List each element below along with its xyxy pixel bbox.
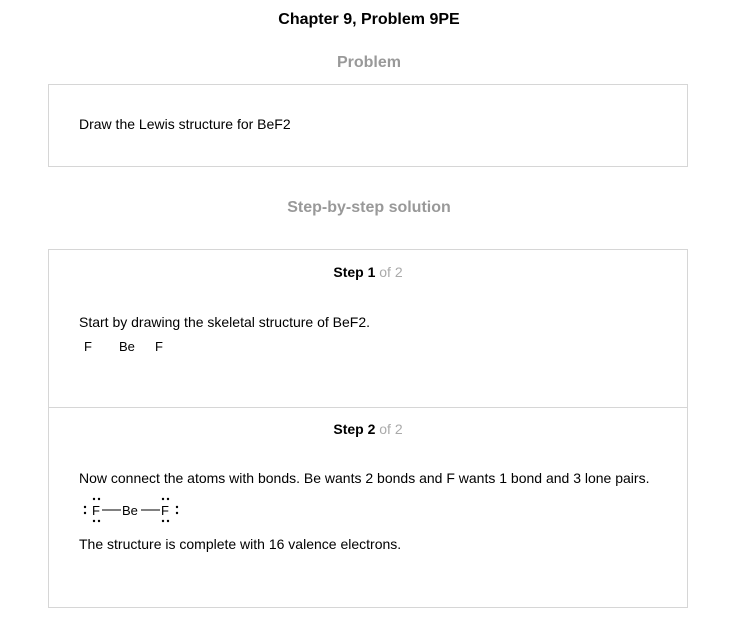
lewis-structure-diagram: F Be F bbox=[83, 497, 179, 523]
skeleton-atom-f-right: F bbox=[155, 339, 163, 354]
step-2-text: Now connect the atoms with bonds. Be wan… bbox=[79, 470, 650, 486]
lone-pair-dot bbox=[161, 519, 165, 523]
problem-text: Draw the Lewis structure for BeF2 bbox=[79, 116, 291, 132]
lone-pair-dot bbox=[175, 511, 179, 515]
page-title: Chapter 9, Problem 9PE bbox=[278, 11, 460, 28]
lone-pair-dot bbox=[166, 519, 170, 523]
lone-pair-dot bbox=[83, 511, 87, 515]
problem-heading: Problem bbox=[336, 54, 401, 71]
lone-pair-dot bbox=[175, 505, 179, 509]
problem-box: Draw the Lewis structure for BeF2 bbox=[48, 84, 688, 167]
lewis-atom-f-right: F bbox=[161, 503, 169, 518]
step-2-label: Step 2 bbox=[333, 421, 376, 437]
step-divider bbox=[49, 407, 687, 408]
step-2-header: Step 2 of 2 bbox=[49, 421, 687, 437]
lewis-atom-be: Be bbox=[122, 503, 138, 518]
lone-pair-dot bbox=[92, 519, 96, 523]
lone-pair-dot bbox=[83, 505, 87, 509]
lone-pair-dot bbox=[166, 497, 170, 501]
step-2-of: of 2 bbox=[379, 421, 403, 437]
step-1-label: Step 1 bbox=[333, 264, 376, 280]
solution-box: Step 1 of 2 Start by drawing the skeleta… bbox=[48, 249, 688, 608]
lone-pair-dot bbox=[97, 519, 101, 523]
step-1-of: of 2 bbox=[379, 264, 403, 280]
lone-pair-dot bbox=[161, 497, 165, 501]
step-2-conclusion: The structure is complete with 16 valenc… bbox=[79, 536, 402, 552]
step-1-text: Start by drawing the skeletal structure … bbox=[79, 314, 371, 330]
skeleton-atom-f-left: F bbox=[84, 339, 92, 354]
lone-pair-dot bbox=[97, 497, 101, 501]
skeleton-atom-be: Be bbox=[119, 339, 135, 354]
lone-pair-dot bbox=[92, 497, 96, 501]
step-1-header: Step 1 of 2 bbox=[49, 264, 687, 280]
lewis-atom-f-left: F bbox=[92, 503, 100, 518]
solution-heading: Step-by-step solution bbox=[287, 199, 451, 216]
